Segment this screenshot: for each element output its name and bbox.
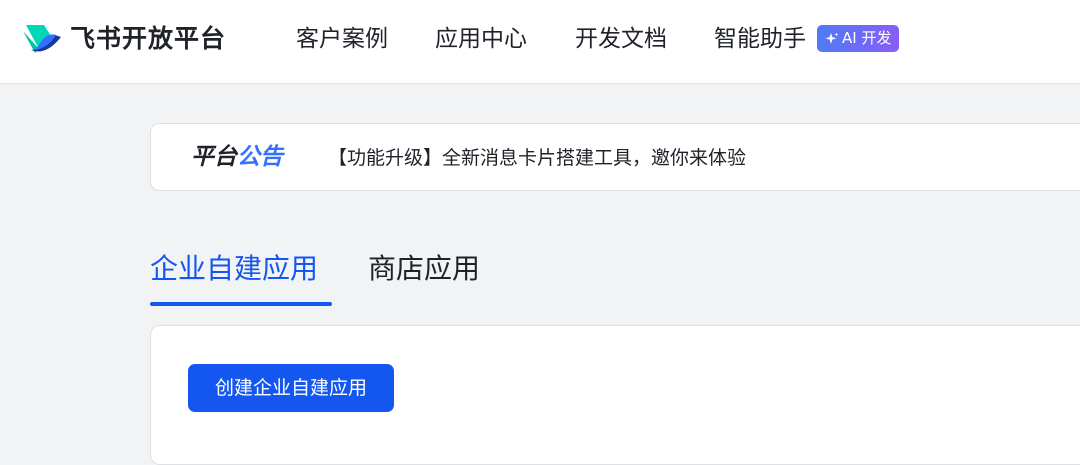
announcement-title: 平台公告 xyxy=(191,141,283,173)
logo-text[interactable]: 飞书开放平台 xyxy=(70,22,226,56)
nav-smart-assistant[interactable]: 智能助手 xyxy=(714,22,806,56)
active-tab-indicator xyxy=(150,302,332,306)
top-navigation-bar: 飞书开放平台 客户案例 应用中心 开发文档 智能助手 AI 开发 xyxy=(0,0,1080,84)
platform-announcement-bar: 平台公告 【功能升级】全新消息卡片搭建工具，邀你来体验 xyxy=(150,123,1080,191)
announcement-title-part1: 平台 xyxy=(191,144,237,170)
tab-store-apps[interactable]: 商店应用 xyxy=(368,249,480,289)
sparkle-icon xyxy=(825,32,839,44)
feishu-logo-icon[interactable] xyxy=(20,20,62,56)
nav-dev-docs[interactable]: 开发文档 xyxy=(575,22,667,56)
nav-customer-cases[interactable]: 客户案例 xyxy=(296,22,388,56)
nav-app-center[interactable]: 应用中心 xyxy=(435,22,527,56)
announcement-link[interactable]: 【功能升级】全新消息卡片搭建工具，邀你来体验 xyxy=(328,144,746,172)
create-enterprise-app-button[interactable]: 创建企业自建应用 xyxy=(188,364,394,412)
announcement-title-part2: 公告 xyxy=(237,144,283,170)
ai-dev-badge[interactable]: AI 开发 xyxy=(817,25,900,52)
tab-enterprise-apps[interactable]: 企业自建应用 xyxy=(150,249,318,289)
ai-badge-label: AI 开发 xyxy=(842,29,892,47)
